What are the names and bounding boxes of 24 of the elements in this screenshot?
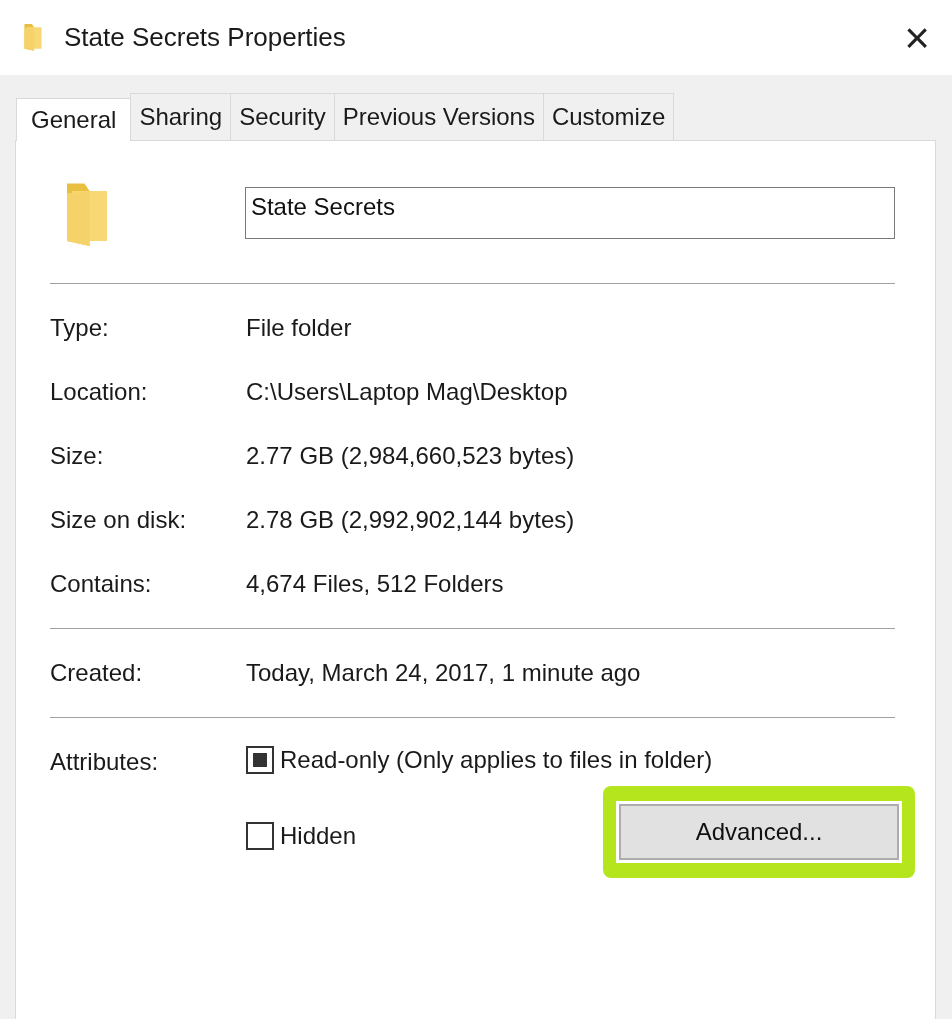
property-value: C:\Users\Laptop Mag\Desktop — [246, 377, 569, 407]
property-label: Size on disk: — [50, 505, 188, 535]
advanced-button[interactable]: Advanced... — [619, 804, 899, 860]
property-label: Type: — [50, 313, 110, 343]
checkbox[interactable] — [246, 822, 274, 850]
property-value: 2.78 GB (2,992,902,144 bytes) — [246, 505, 576, 535]
window-title: State Secrets Properties — [64, 22, 347, 53]
property-label: Location: — [50, 377, 149, 407]
close-button[interactable]: × — [904, 15, 930, 60]
attributes-label: Attributes: — [50, 747, 160, 777]
checkbox[interactable] — [246, 746, 274, 774]
property-value: 4,674 Files, 512 Folders — [246, 569, 505, 599]
tab[interactable]: General — [16, 98, 132, 141]
name-field[interactable]: State Secrets — [244, 187, 895, 239]
property-label: Contains: — [50, 569, 153, 599]
property-value: Today, March 24, 2017, 1 minute ago — [246, 658, 642, 688]
folder-icon — [22, 22, 44, 53]
property-value: File folder — [246, 313, 353, 343]
property-label: Size: — [50, 441, 105, 471]
property-value: 2.77 GB (2,984,660,523 bytes) — [246, 441, 576, 471]
checkbox-label: Read-only (Only applies to files in folder) — [280, 746, 713, 774]
tab[interactable]: Customize — [542, 93, 675, 140]
checkbox-label: Hidden — [280, 822, 357, 850]
property-label: Created: — [50, 658, 144, 688]
